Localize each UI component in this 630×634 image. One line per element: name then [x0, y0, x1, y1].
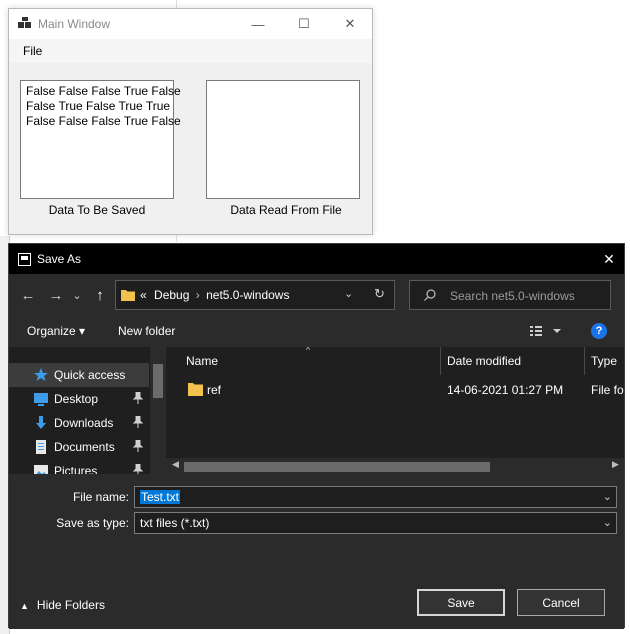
forward-button[interactable]: → — [46, 285, 66, 305]
nav-label: Pictures — [54, 464, 98, 474]
navigation-bar: ← → ⌄ ↑ « Debug › net5.0-windows ⌄ ↻ Sea… — [9, 274, 624, 316]
file-list: ^ Name Date modified Type ref 14-06-2021… — [166, 347, 624, 474]
save-as-type-value: txt files (*.txt) — [140, 516, 210, 530]
up-button[interactable]: ↑ — [90, 285, 110, 305]
nav-label: Quick access — [54, 368, 126, 382]
file-date-modified: 14-06-2021 01:27 PM — [447, 383, 564, 397]
app-window-icon — [18, 17, 31, 28]
save-form: File name: Test.txt ⌄ Save as type: txt … — [9, 474, 624, 629]
save-dialog-icon — [18, 253, 31, 266]
view-options-icon[interactable] — [528, 324, 564, 338]
file-name-input[interactable]: Test.txt ⌄ — [134, 486, 617, 508]
file-name-label: File name: — [72, 490, 129, 504]
nav-label: Downloads — [54, 416, 114, 430]
back-button[interactable]: ← — [18, 285, 38, 305]
save-button[interactable]: Save — [417, 589, 505, 616]
nav-label: Documents — [54, 440, 115, 454]
breadcrumb-separator[interactable]: › — [196, 288, 200, 302]
chevron-down-icon[interactable]: ⌄ — [603, 516, 612, 529]
save-as-dialog: Save As ✕ ← → ⌄ ↑ « Debug › net5.0-windo… — [8, 243, 625, 629]
horizontal-scrollbar[interactable]: ◀ ▶ — [166, 458, 624, 474]
menu-bar: File — [9, 39, 372, 63]
main-window-titlebar: Main Window — ☐ ✕ — [9, 9, 372, 39]
column-header-date-modified[interactable]: Date modified — [447, 354, 521, 382]
scrollbar-thumb[interactable] — [184, 462, 490, 472]
organize-button[interactable]: Organize ▾ — [27, 324, 85, 338]
refresh-icon[interactable]: ↻ — [374, 286, 385, 302]
downloads-icon — [36, 416, 46, 429]
dialog-close-button[interactable]: ✕ — [594, 244, 624, 274]
search-box[interactable]: Search net5.0-windows — [409, 280, 611, 310]
nav-item-desktop[interactable]: Desktop — [9, 387, 149, 411]
scroll-left-icon[interactable]: ◀ — [172, 459, 179, 470]
nav-item-downloads[interactable]: Downloads — [9, 411, 149, 435]
dialog-title: Save As — [37, 252, 82, 266]
navigation-pane: Quick access Desktop Downloads Documents… — [9, 347, 166, 474]
menu-file[interactable]: File — [23, 44, 42, 58]
scrollbar-thumb[interactable] — [153, 364, 163, 398]
breadcrumb-net5[interactable]: net5.0-windows — [206, 288, 289, 302]
address-path: « Debug › net5.0-windows — [140, 288, 289, 302]
search-placeholder: Search net5.0-windows — [450, 289, 575, 303]
nav-item-pictures[interactable]: Pictures — [9, 459, 149, 474]
search-icon — [424, 289, 436, 301]
sort-ascending-icon: ^ — [306, 347, 311, 355]
label-data-to-save: Data To Be Saved — [48, 203, 146, 217]
maximize-button[interactable]: ☐ — [281, 9, 327, 39]
save-as-type-label: Save as type: — [56, 516, 129, 530]
file-type: File fo — [591, 383, 624, 397]
chevron-down-icon[interactable]: ⌄ — [603, 490, 612, 503]
column-divider[interactable] — [584, 347, 585, 375]
help-icon[interactable]: ? — [591, 323, 607, 339]
file-row[interactable]: ref 14-06-2021 01:27 PM File fo — [166, 379, 624, 401]
scroll-right-icon[interactable]: ▶ — [612, 459, 619, 470]
address-dropdown-icon[interactable]: ⌄ — [344, 287, 353, 300]
pictures-icon — [34, 465, 48, 474]
pin-icon[interactable] — [133, 416, 143, 428]
file-name-value: Test.txt — [140, 490, 181, 504]
column-header-type[interactable]: Type — [591, 354, 617, 382]
column-header-name[interactable]: Name — [186, 354, 218, 382]
hide-folders-label: Hide Folders — [36, 598, 105, 612]
recent-locations-dropdown[interactable]: ⌄ — [71, 285, 83, 305]
dialog-toolbar: Organize ▾ New folder ? — [9, 316, 624, 346]
address-bar[interactable]: « Debug › net5.0-windows ⌄ ↻ — [115, 280, 395, 310]
minimize-button[interactable]: — — [235, 9, 281, 39]
data-to-save-textbox[interactable]: False False False True False False True … — [20, 80, 181, 199]
close-button[interactable]: ✕ — [327, 9, 373, 39]
hide-folders-toggle[interactable]: ▲ Hide Folders — [20, 598, 105, 612]
nav-item-quick-access[interactable]: Quick access — [9, 363, 149, 387]
new-folder-button[interactable]: New folder — [118, 324, 175, 338]
pin-icon[interactable] — [133, 464, 143, 474]
file-name: ref — [207, 383, 222, 397]
address-overflow[interactable]: « — [140, 288, 147, 302]
save-as-type-select[interactable]: txt files (*.txt) ⌄ — [134, 512, 617, 534]
column-divider[interactable] — [440, 347, 441, 375]
label-data-read: Data Read From File — [230, 203, 342, 217]
dialog-titlebar: Save As ✕ — [9, 244, 624, 274]
star-icon — [34, 368, 48, 381]
desktop-icon — [34, 393, 48, 406]
folder-icon — [188, 383, 203, 396]
nav-pane-scrollbar[interactable] — [150, 347, 166, 474]
nav-label: Desktop — [54, 392, 99, 406]
nav-item-documents[interactable]: Documents — [9, 435, 149, 459]
breadcrumb-debug[interactable]: Debug — [154, 288, 189, 302]
data-read-textbox[interactable] — [206, 80, 360, 199]
chevron-up-icon: ▲ — [20, 601, 29, 611]
pin-icon[interactable] — [133, 392, 143, 404]
main-window: Main Window — ☐ ✕ File False False False… — [8, 8, 373, 235]
main-window-title: Main Window — [38, 17, 111, 31]
folder-icon — [121, 290, 135, 301]
cancel-button[interactable]: Cancel — [517, 589, 605, 616]
documents-icon — [36, 440, 46, 454]
pin-icon[interactable] — [133, 440, 143, 452]
